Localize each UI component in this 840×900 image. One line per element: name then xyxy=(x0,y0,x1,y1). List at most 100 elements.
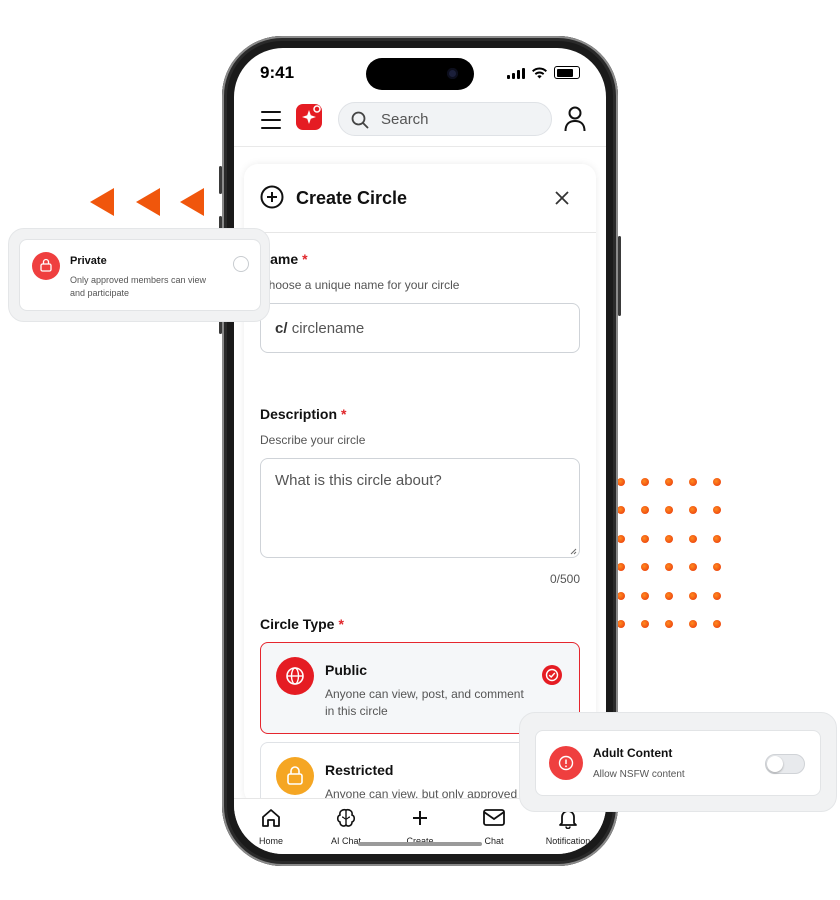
decorative-dot xyxy=(713,563,721,572)
search-placeholder: Search xyxy=(381,111,429,128)
description-help: Describe your circle xyxy=(260,433,366,447)
description-label: Description * xyxy=(260,406,347,422)
lock-icon-badge xyxy=(32,252,60,280)
status-icons xyxy=(507,66,580,79)
adult-content-card-frame: Adult Content Allow NSFW content xyxy=(519,712,837,812)
toggle-knob xyxy=(767,756,783,772)
decorative-dot xyxy=(641,620,649,628)
circle-type-label: Circle Type * xyxy=(260,616,344,632)
name-field[interactable]: c/ circlename xyxy=(260,303,580,353)
decorative-dot xyxy=(617,534,625,543)
decorative-dot-grid xyxy=(617,478,735,638)
option-title: Public xyxy=(325,662,368,678)
decorative-dot xyxy=(665,478,673,486)
description-textarea[interactable]: What is this circle about? xyxy=(260,458,580,558)
decorative-dot xyxy=(689,591,697,600)
option-description: Anyone can view, post, and comment in th… xyxy=(325,687,524,718)
private-card-frame: Private Only approved members can view a… xyxy=(8,228,270,322)
arrow-left-icon xyxy=(180,188,204,216)
character-counter: 0/500 xyxy=(549,572,580,586)
decorative-dot xyxy=(713,478,721,486)
name-prefix: c/ xyxy=(275,320,288,337)
status-time: 9:41 xyxy=(260,63,295,82)
search-icon xyxy=(351,111,369,129)
decorative-dot xyxy=(617,620,625,628)
decorative-dot xyxy=(713,591,721,600)
adult-content-toggle[interactable] xyxy=(765,754,805,774)
alert-icon-badge xyxy=(549,746,583,780)
private-description: Only approved members can view and parti… xyxy=(70,275,207,298)
arrow-left-icon xyxy=(90,188,114,216)
plus-icon xyxy=(413,811,427,825)
decorative-dot xyxy=(689,478,697,486)
decorative-dot xyxy=(665,563,673,572)
decorative-dot xyxy=(665,534,673,543)
dynamic-island xyxy=(366,58,474,90)
brain-icon xyxy=(336,808,356,827)
resize-handle-icon[interactable] xyxy=(570,548,577,555)
search-input[interactable]: Search xyxy=(338,102,552,136)
globe-icon-badge xyxy=(276,657,314,695)
nav-ai-chat[interactable]: AI Chat xyxy=(311,807,381,846)
selected-check-icon xyxy=(542,665,562,685)
name-help: Choose a unique name for your circle xyxy=(260,278,460,292)
decorative-dot xyxy=(617,563,625,572)
decorative-dot xyxy=(713,534,721,543)
private-radio[interactable] xyxy=(233,256,249,272)
decorative-dot xyxy=(689,563,697,572)
lock-icon-badge xyxy=(276,757,314,795)
home-icon xyxy=(262,809,280,827)
alert-icon xyxy=(558,755,574,771)
decorative-dot xyxy=(689,506,697,515)
decorative-dot xyxy=(713,506,721,515)
name-placeholder: circlename xyxy=(291,320,365,337)
decorative-dot xyxy=(689,534,697,543)
decorative-dot xyxy=(641,478,649,486)
nav-label: Notification xyxy=(545,836,591,846)
decorative-dot xyxy=(665,591,673,600)
decorative-dot xyxy=(617,591,625,600)
decorative-dot xyxy=(617,506,625,515)
battery-icon xyxy=(554,66,580,79)
camera-icon xyxy=(447,68,458,79)
decorative-dot xyxy=(641,534,649,543)
divider xyxy=(244,232,596,233)
profile-icon[interactable] xyxy=(564,106,586,132)
adult-content-description: Allow NSFW content xyxy=(593,769,685,780)
lock-icon xyxy=(40,258,52,272)
close-icon[interactable] xyxy=(555,191,569,205)
decorative-dot xyxy=(665,620,673,628)
modal-title: Create Circle xyxy=(296,188,408,208)
arrow-left-icon xyxy=(136,188,160,216)
decorative-dot xyxy=(665,506,673,515)
adult-content-title: Adult Content xyxy=(593,746,673,760)
app-logo[interactable] xyxy=(296,104,322,130)
private-title: Private xyxy=(70,255,107,267)
logo-star-icon xyxy=(302,105,321,124)
decorative-dot xyxy=(641,563,649,572)
wifi-icon xyxy=(532,67,547,79)
decorative-arrows xyxy=(90,188,210,218)
globe-icon xyxy=(286,667,304,685)
phone-button xyxy=(618,236,621,316)
add-circle-icon xyxy=(260,185,284,209)
decorative-dot xyxy=(689,620,697,628)
nav-create[interactable]: Create xyxy=(385,807,455,846)
name-field-text: c/ circlename xyxy=(275,320,364,337)
menu-icon[interactable] xyxy=(261,111,281,129)
option-title: Restricted xyxy=(325,762,394,778)
decorative-dot xyxy=(713,620,721,628)
nav-chat[interactable]: Chat xyxy=(459,807,529,846)
decorative-dot xyxy=(641,506,649,515)
private-option-card[interactable]: Private Only approved members can view a… xyxy=(19,239,261,311)
decorative-dot xyxy=(641,591,649,600)
home-indicator xyxy=(358,842,482,846)
signal-icon xyxy=(507,68,525,79)
nav-notification[interactable]: Notification xyxy=(533,807,603,846)
mail-icon xyxy=(483,809,505,826)
app-header: Search xyxy=(234,100,606,147)
nav-label: Home xyxy=(258,836,283,846)
description-placeholder: What is this circle about? xyxy=(275,472,442,489)
phone-button xyxy=(219,166,222,194)
nav-home[interactable]: Home xyxy=(236,807,306,846)
